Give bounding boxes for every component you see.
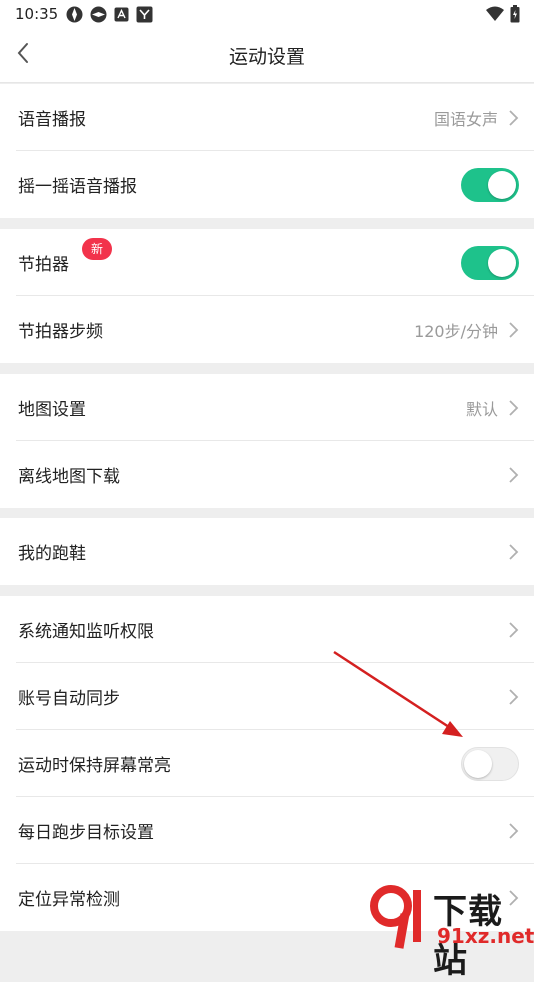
setting-label: 我的跑鞋 [18, 539, 86, 564]
setting-row-voice-broadcast[interactable]: 语音播报 国语女声 [0, 84, 534, 151]
status-time: 10:35 [15, 5, 58, 23]
app-bar: 运动设置 [0, 28, 534, 83]
setting-label: 每日跑步目标设置 [18, 818, 154, 843]
chevron-right-icon [507, 621, 519, 639]
page-title: 运动设置 [0, 42, 534, 69]
keep-screen-on-toggle[interactable] [461, 747, 519, 781]
chevron-right-icon [507, 321, 519, 339]
setting-row-shake-voice: 摇一摇语音播报 [0, 151, 534, 218]
status-bar: 10:35 [0, 0, 534, 28]
setting-row-map-settings[interactable]: 地图设置 默认 [0, 374, 534, 441]
setting-label: 摇一摇语音播报 [18, 172, 137, 197]
setting-label: 账号自动同步 [18, 684, 120, 709]
setting-label: 节拍器 [18, 250, 69, 275]
setting-row-daily-goal[interactable]: 每日跑步目标设置 [0, 797, 534, 864]
chevron-right-icon [507, 399, 519, 417]
settings-group-shoes: 我的跑鞋 [0, 518, 534, 585]
watermark-url: 91xz.net [437, 924, 534, 948]
chevron-right-icon [507, 822, 519, 840]
setting-label: 节拍器步频 [18, 317, 103, 342]
setting-label: 语音播报 [18, 105, 86, 130]
setting-row-metronome: 节拍器 新 [0, 229, 534, 296]
setting-row-my-shoes[interactable]: 我的跑鞋 [0, 518, 534, 585]
new-badge: 新 [82, 238, 112, 260]
settings-group-metronome: 节拍器 新 节拍器步频 120步/分钟 [0, 229, 534, 363]
app-notification-icon [66, 6, 83, 27]
settings-group-map: 地图设置 默认 离线地图下载 [0, 374, 534, 508]
setting-label: 地图设置 [18, 395, 86, 420]
setting-row-offline-map[interactable]: 离线地图下载 [0, 441, 534, 508]
setting-value: 120步/分钟 [414, 318, 498, 342]
setting-value: 默认 [466, 396, 498, 420]
toggle-knob [464, 750, 492, 778]
metronome-toggle[interactable] [461, 246, 519, 280]
app-notification-icon [90, 6, 107, 27]
setting-label: 运动时保持屏幕常亮 [18, 751, 171, 776]
settings-group-voice: 语音播报 国语女声 摇一摇语音播报 [0, 84, 534, 218]
setting-row-keep-screen-on: 运动时保持屏幕常亮 [0, 730, 534, 797]
battery-icon [510, 5, 520, 27]
setting-label: 系统通知监听权限 [18, 617, 154, 642]
chevron-right-icon [507, 688, 519, 706]
setting-value: 国语女声 [434, 106, 498, 130]
watermark-logo: 下载站 91xz.net [359, 882, 534, 950]
setting-label: 定位异常检测 [18, 885, 120, 910]
font-app-icon [114, 7, 129, 26]
settings-group-system: 系统通知监听权限 账号自动同步 运动时保持屏幕常亮 每日跑步目标设置 定位异常检… [0, 596, 534, 931]
chevron-right-icon [507, 109, 519, 127]
setting-label: 离线地图下载 [18, 462, 120, 487]
setting-row-notification-permission[interactable]: 系统通知监听权限 [0, 596, 534, 663]
toggle-knob [488, 249, 516, 277]
setting-row-account-sync[interactable]: 账号自动同步 [0, 663, 534, 730]
chevron-right-icon [507, 543, 519, 561]
system-status-icons [486, 5, 520, 27]
toggle-knob [488, 171, 516, 199]
shake-voice-toggle[interactable] [461, 168, 519, 202]
wifi-icon [486, 6, 504, 26]
app-notification-icon [136, 6, 153, 27]
setting-row-metronome-cadence[interactable]: 节拍器步频 120步/分钟 [0, 296, 534, 363]
chevron-right-icon [507, 466, 519, 484]
notification-icons [66, 6, 153, 27]
watermark-emblem-icon [361, 882, 431, 950]
